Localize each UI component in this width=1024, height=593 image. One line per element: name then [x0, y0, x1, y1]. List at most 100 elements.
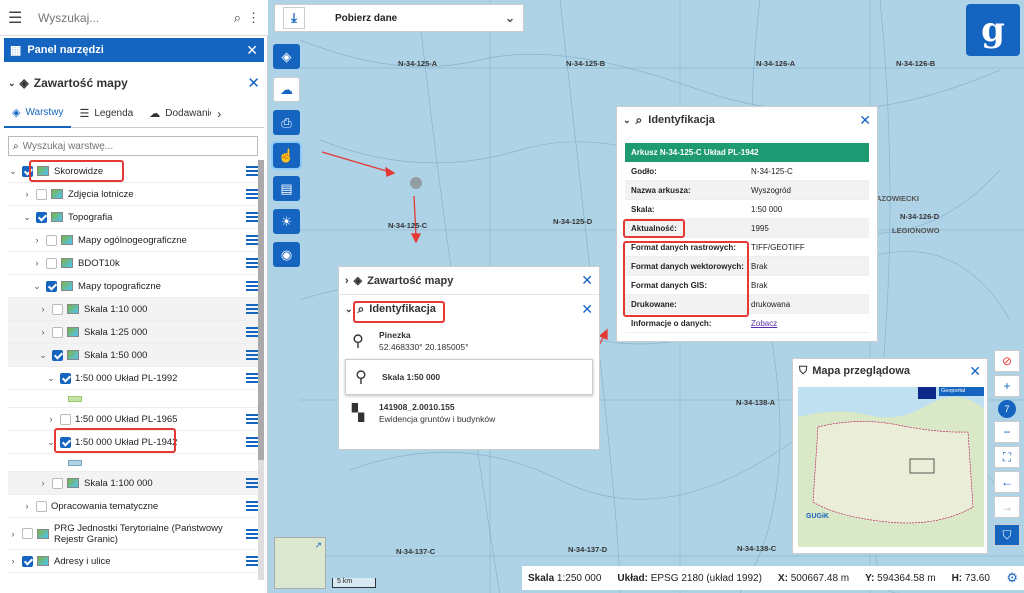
- locate-button[interactable]: ⊘: [994, 350, 1020, 372]
- zoom-in-button[interactable]: +: [994, 375, 1020, 397]
- chevron-right-icon[interactable]: ›: [22, 189, 32, 199]
- layer-menu-icon[interactable]: [246, 499, 258, 513]
- layer-menu-icon[interactable]: [246, 325, 258, 339]
- result-item[interactable]: ⚲ Skala 1:50 000: [345, 359, 593, 395]
- layer-menu-icon[interactable]: [246, 233, 258, 247]
- chevron-down-icon[interactable]: ⌄: [345, 304, 353, 315]
- layer-checkbox[interactable]: [36, 211, 47, 223]
- chevron-right-icon[interactable]: ›: [8, 529, 18, 539]
- close-panel-button[interactable]: ✕: [246, 42, 258, 59]
- layer-checkbox[interactable]: [52, 477, 63, 489]
- layer-menu-icon[interactable]: [246, 256, 258, 270]
- layer-row[interactable]: › Zdjęcia lotnicze: [8, 183, 258, 206]
- search-input[interactable]: [38, 10, 228, 25]
- overview-toggle-button[interactable]: ⛉: [994, 524, 1020, 546]
- layer-row[interactable]: ⌄ Mapy topograficzne: [8, 275, 258, 298]
- external-link-icon[interactable]: ↗: [314, 540, 322, 551]
- chevron-down-icon[interactable]: ⌄: [38, 350, 48, 361]
- layer-checkbox[interactable]: [36, 188, 47, 200]
- chevron-down-icon[interactable]: ⌄: [32, 281, 42, 292]
- chevron-right-icon[interactable]: ›: [217, 107, 221, 121]
- layer-menu-icon[interactable]: [246, 348, 258, 362]
- layer-menu-icon[interactable]: [246, 210, 258, 224]
- layer-menu-icon[interactable]: [246, 302, 258, 316]
- layer-menu-icon[interactable]: [246, 187, 258, 201]
- chevron-right-icon[interactable]: ›: [38, 304, 48, 314]
- chevron-down-icon[interactable]: ⌄: [22, 212, 32, 223]
- result-item[interactable]: ▚ 141908_2.0010.155 Ewidencja gruntów i b…: [339, 395, 599, 431]
- layer-checkbox[interactable]: [46, 234, 57, 246]
- layer-row[interactable]: › PRG Jednostki Terytorialne (Państwowy R…: [8, 518, 258, 550]
- layer-checkbox[interactable]: [52, 349, 63, 361]
- layer-row[interactable]: ⌄ Topografia: [8, 206, 258, 229]
- overview-map[interactable]: Geoportal GUGiK: [798, 387, 984, 547]
- close-overview-button[interactable]: ✕: [969, 363, 981, 380]
- zoom-out-button[interactable]: −: [994, 421, 1020, 443]
- layer-checkbox[interactable]: [46, 257, 57, 269]
- chevron-right-icon[interactable]: ›: [8, 556, 18, 566]
- layer-checkbox[interactable]: [60, 413, 71, 425]
- layer-row[interactable]: › BDOT10k: [8, 252, 258, 275]
- data-info-link[interactable]: Zobacz: [751, 319, 869, 328]
- chevron-right-icon[interactable]: ›: [38, 327, 48, 337]
- layer-row[interactable]: › Skala 1:100 000: [8, 472, 258, 495]
- close-identification-button[interactable]: ✕: [859, 112, 871, 129]
- chevron-down-icon[interactable]: ⌄: [46, 373, 56, 384]
- tab-add[interactable]: ☁ Dodawanie: [141, 100, 211, 128]
- tab-legend[interactable]: ☰ Legenda: [71, 100, 141, 128]
- chevron-down-icon[interactable]: ⌄: [8, 78, 16, 89]
- layer-menu-icon[interactable]: [246, 527, 258, 541]
- layer-row[interactable]: ⌄ Skala 1:50 000: [8, 344, 258, 367]
- result-item[interactable]: ⚲ Pinezka 52.468330° 20.185005°: [339, 323, 599, 359]
- layer-menu-icon[interactable]: [246, 279, 258, 293]
- search-icon[interactable]: ⌕: [234, 10, 241, 26]
- layer-checkbox[interactable]: [52, 326, 63, 338]
- sun-button[interactable]: ☀: [273, 209, 300, 234]
- identify-button[interactable]: ☝: [271, 141, 302, 170]
- layer-row[interactable]: › Adresy i ulice: [8, 550, 258, 573]
- layer-row[interactable]: ⌄ 1:50 000 Układ PL-1992: [8, 367, 258, 390]
- layer-checkbox[interactable]: [60, 372, 71, 384]
- layer-checkbox[interactable]: [46, 280, 57, 292]
- chevron-down-icon[interactable]: ⌄: [8, 166, 18, 177]
- layer-row[interactable]: › Opracowania tematyczne: [8, 495, 258, 518]
- layer-row[interactable]: › Skala 1:10 000: [8, 298, 258, 321]
- tab-layers[interactable]: ◈ Warstwy: [4, 100, 72, 128]
- close-content-button[interactable]: ✕: [581, 272, 593, 289]
- fullscreen-button[interactable]: ⛶: [994, 446, 1020, 468]
- hamburger-menu-icon[interactable]: ☰: [8, 8, 32, 28]
- geoportal-logo[interactable]: g: [966, 4, 1020, 56]
- layer-search-input[interactable]: [22, 140, 253, 152]
- chevron-right-icon[interactable]: ›: [345, 275, 349, 287]
- layer-menu-icon[interactable]: [246, 164, 258, 178]
- layer-checkbox[interactable]: [22, 555, 33, 567]
- cloud-button[interactable]: ☁: [273, 77, 300, 102]
- layers-button[interactable]: ◈: [273, 44, 300, 69]
- layer-menu-icon[interactable]: [246, 476, 258, 490]
- chevron-right-icon[interactable]: ›: [46, 414, 56, 424]
- layer-scrollbar[interactable]: [258, 160, 264, 580]
- settings-gear-icon[interactable]: ⚙: [1006, 570, 1018, 586]
- clipboard-button[interactable]: ▤: [273, 176, 300, 201]
- chevron-right-icon[interactable]: ›: [32, 235, 42, 245]
- forward-button[interactable]: →: [994, 496, 1020, 518]
- more-vertical-icon[interactable]: ⋮: [247, 10, 260, 26]
- minimap-thumbnail[interactable]: ↗: [274, 537, 326, 589]
- chevron-right-icon[interactable]: ›: [32, 258, 42, 268]
- chevron-right-icon[interactable]: ›: [22, 501, 32, 511]
- back-button[interactable]: ←: [994, 471, 1020, 493]
- print-button[interactable]: ⎙: [273, 110, 300, 135]
- layer-menu-icon[interactable]: [246, 371, 258, 385]
- download-data-bar[interactable]: ⤓ Pobierz dane ⌄: [274, 4, 524, 32]
- chevron-down-icon[interactable]: ⌄: [505, 11, 515, 25]
- close-ident-button[interactable]: ✕: [581, 301, 593, 318]
- close-map-content-button[interactable]: ✕: [247, 74, 260, 92]
- layer-checkbox[interactable]: [36, 500, 47, 512]
- layer-menu-icon[interactable]: [246, 412, 258, 426]
- layer-menu-icon[interactable]: [246, 435, 258, 449]
- scrollbar-thumb[interactable]: [258, 160, 264, 460]
- chevron-down-icon[interactable]: ⌄: [623, 115, 631, 126]
- chevron-right-icon[interactable]: ›: [38, 478, 48, 488]
- layer-checkbox[interactable]: [52, 303, 63, 315]
- camera-button[interactable]: ◉: [273, 242, 300, 267]
